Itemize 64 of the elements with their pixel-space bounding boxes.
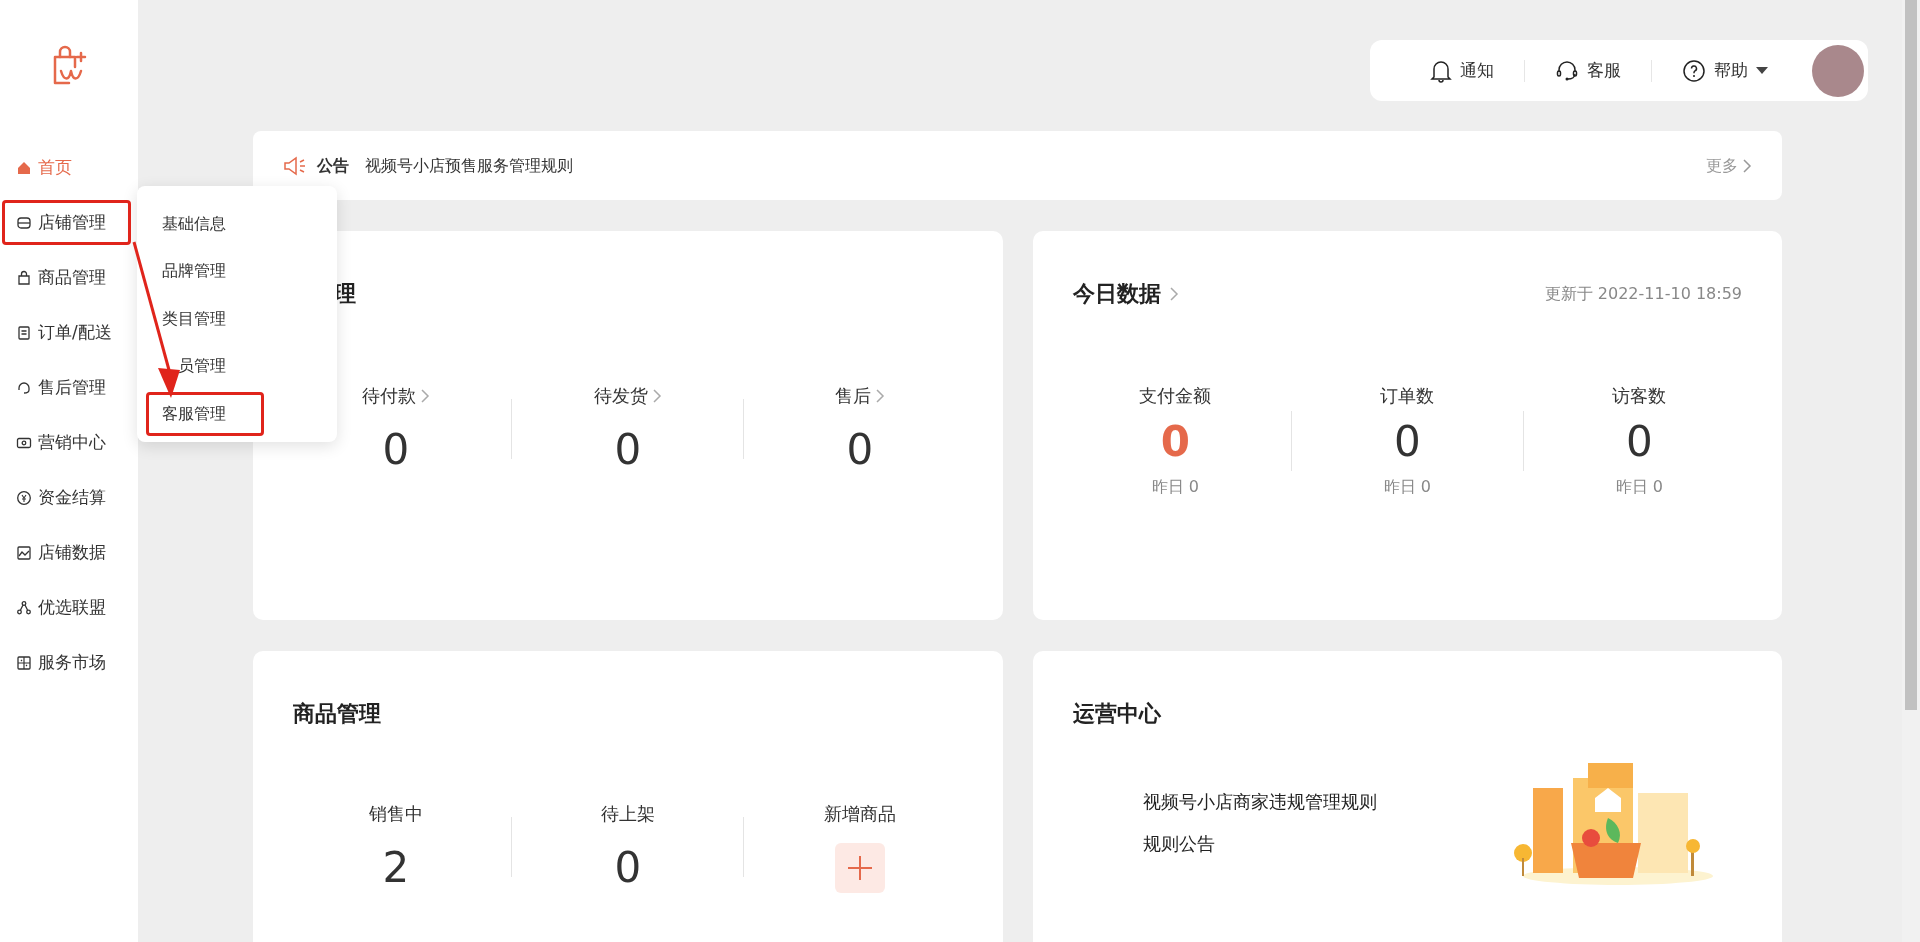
stat-link[interactable]: 售后: [834, 382, 885, 409]
submenu-item[interactable]: 类目管理: [137, 295, 337, 343]
sidebar-item[interactable]: 订单/配送: [0, 305, 138, 360]
stat-label: 销售中: [368, 802, 423, 826]
rule-link[interactable]: 视频号小店商家违规管理规则: [1142, 781, 1377, 823]
yen-icon: [16, 489, 32, 506]
submenu-item[interactable]: 基础信息: [137, 200, 337, 248]
stat-value: 0: [846, 425, 874, 474]
sidebar-item[interactable]: 营销中心: [0, 415, 138, 470]
bell-icon: [1430, 58, 1452, 83]
chevron-right-icon: [1742, 157, 1752, 174]
announcement-link[interactable]: 视频号小店预售服务管理规则: [365, 153, 573, 178]
stat-value: 0: [614, 843, 642, 894]
stat-label: 支付金额: [1139, 385, 1212, 406]
stat-link[interactable]: 待发货: [593, 382, 662, 409]
update-time: 更新于 2022-11-10 18:59: [1544, 282, 1742, 305]
chevron-right-icon: [651, 387, 662, 404]
toolbar-button[interactable]: 通知: [1400, 57, 1524, 84]
rule-link[interactable]: 规则公告: [1142, 823, 1215, 865]
stat-label: 订单数: [1380, 385, 1435, 406]
yesterday-value: 昨日 0: [1383, 477, 1431, 497]
toolbar-button[interactable]: 客服: [1525, 57, 1651, 84]
add-product-button[interactable]: [834, 843, 885, 894]
sidebar-item[interactable]: 店铺管理: [0, 195, 138, 250]
home-icon: [16, 159, 32, 176]
toolbar-button[interactable]: 帮助: [1652, 57, 1798, 84]
chevron-right-icon: [874, 387, 885, 404]
sidebar-item[interactable]: 资金结算: [0, 470, 138, 525]
sidebar-item[interactable]: 店铺数据: [0, 525, 138, 580]
stat-value: 0: [1625, 417, 1653, 466]
stat-value: 0: [382, 425, 410, 474]
chart-icon: [16, 544, 32, 561]
submenu-item[interactable]: 客服管理: [137, 390, 337, 438]
yesterday-value: 昨日 0: [1615, 477, 1663, 497]
submenu-item[interactable]: 员管理: [137, 342, 337, 390]
card-title-link[interactable]: 今日数据: [1072, 277, 1179, 310]
network-icon: [16, 599, 32, 616]
clipboard-icon: [16, 324, 32, 341]
sidebar-item[interactable]: 服务市场: [0, 635, 138, 690]
stat-value: 0: [614, 425, 642, 474]
card-title: 运营中心: [1072, 700, 1162, 728]
sidebar-item[interactable]: 售后管理: [0, 360, 138, 415]
stat-link[interactable]: 待付款: [361, 382, 430, 409]
stat-value: 0: [1393, 417, 1421, 466]
stat-label: 新增商品: [823, 802, 896, 827]
stat-label: 访客数: [1612, 385, 1667, 406]
sidebar-item[interactable]: 优选联盟: [0, 580, 138, 635]
plus-icon: [846, 855, 873, 882]
bag-icon: [16, 269, 32, 286]
announcement-label: 公告: [317, 154, 349, 177]
store-icon: [16, 214, 32, 231]
card-title: 商品管理: [293, 700, 382, 728]
help-icon: [1682, 58, 1706, 83]
chevron-right-icon: [1168, 285, 1179, 302]
caret-icon: [1756, 66, 1768, 75]
stat-value: 0: [1160, 417, 1190, 466]
sidebar-item[interactable]: 商品管理: [0, 250, 138, 305]
grid-icon: [16, 654, 32, 671]
stat-value: 2: [382, 843, 410, 894]
stat-label: 待上架: [600, 802, 655, 826]
chevron-right-icon: [419, 387, 430, 404]
yesterday-value: 昨日 0: [1151, 477, 1199, 497]
submenu-item[interactable]: 品牌管理: [137, 247, 337, 295]
avatar[interactable]: [1812, 44, 1864, 97]
